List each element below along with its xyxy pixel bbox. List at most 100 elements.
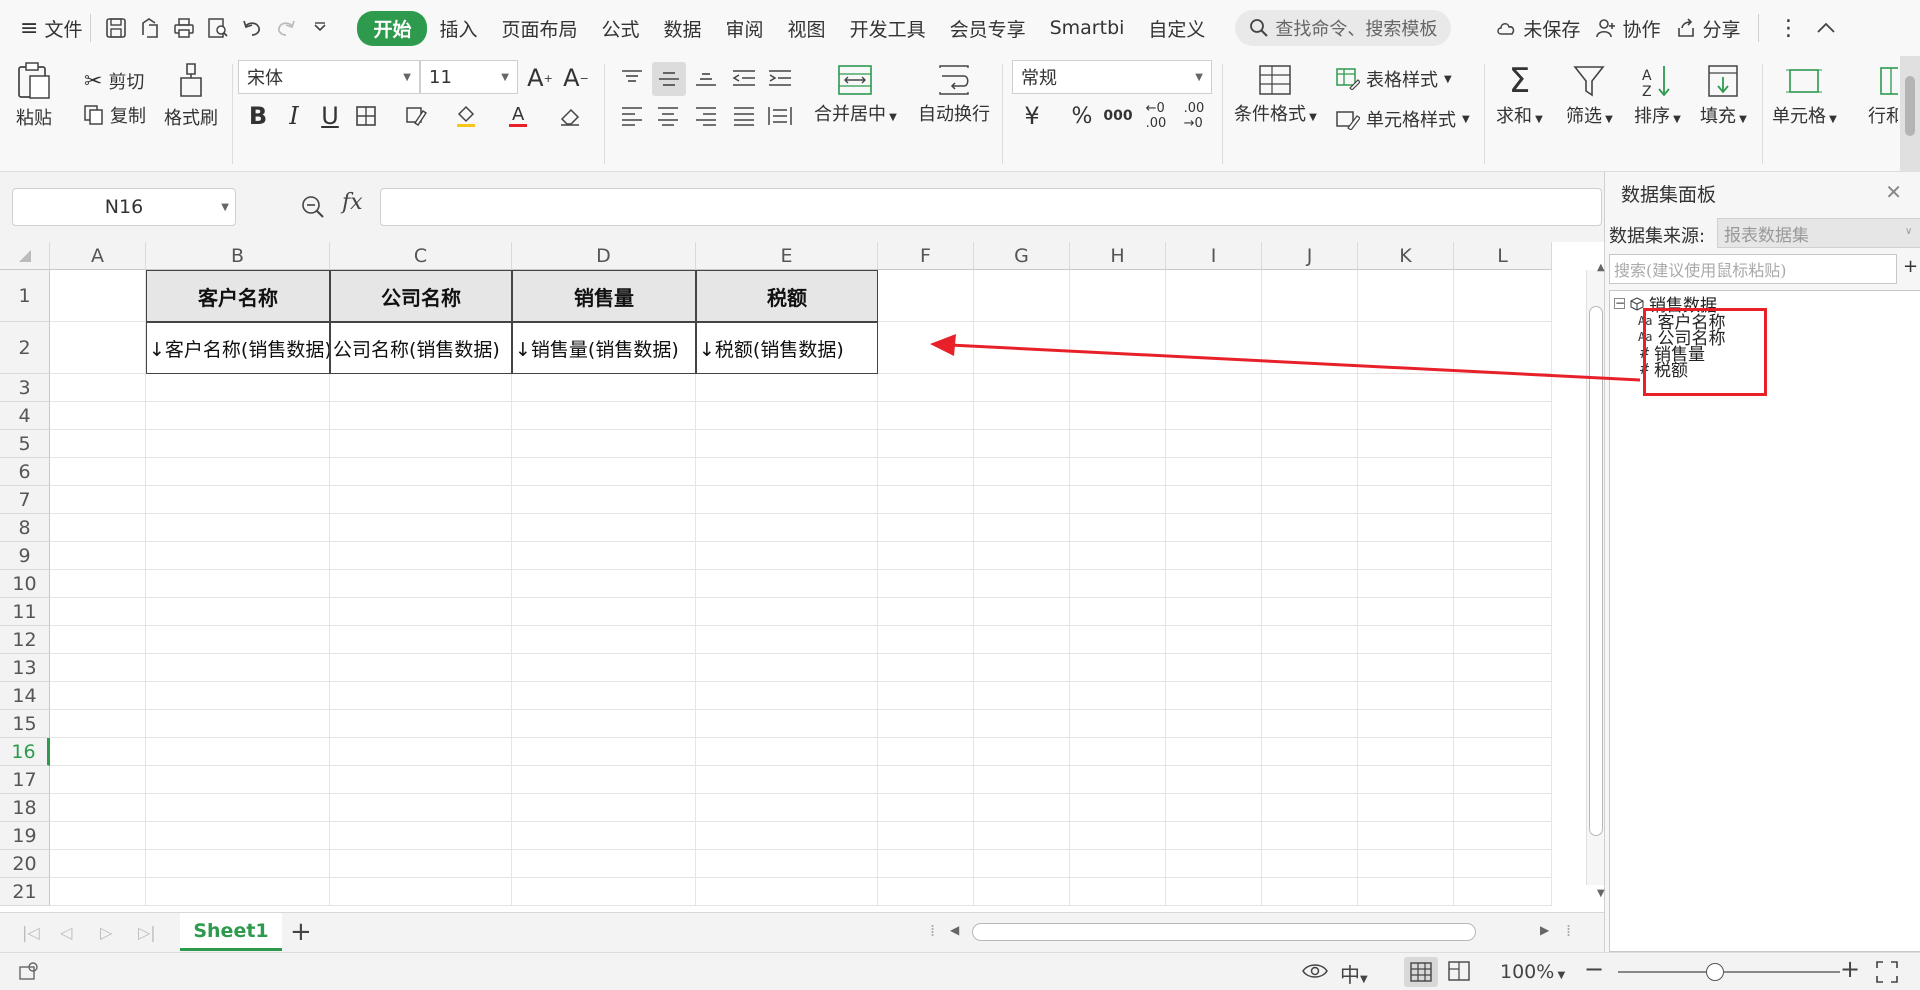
cell-b13[interactable] (146, 654, 330, 682)
cell-a10[interactable] (50, 570, 146, 598)
cell-g14[interactable] (974, 682, 1070, 710)
align-top-icon[interactable] (618, 64, 646, 92)
cell-j4[interactable] (1262, 402, 1358, 430)
cell-g17[interactable] (974, 766, 1070, 794)
cell-l11[interactable] (1454, 598, 1552, 626)
tab-formulas[interactable]: 公式 (590, 15, 652, 42)
cell-d15[interactable] (512, 710, 696, 738)
table-header-cell[interactable]: 销售量 (512, 270, 696, 322)
column-header-a[interactable]: A (50, 242, 146, 270)
formula-input[interactable] (380, 188, 1602, 226)
add-dataset-button[interactable]: + (1903, 256, 1918, 277)
cell-h1[interactable] (1070, 270, 1166, 322)
cell-f15[interactable] (878, 710, 974, 738)
scroll-right-icon[interactable]: ▶ (1540, 923, 1549, 937)
row-header-10[interactable]: 10 (0, 570, 50, 598)
cell-button[interactable]: 单元格 ▼ (1772, 64, 1837, 128)
zoom-slider-track[interactable] (1618, 971, 1840, 973)
cell-l15[interactable] (1454, 710, 1552, 738)
cell-c7[interactable] (330, 486, 512, 514)
row-header-16[interactable]: 16 (0, 738, 50, 766)
cell-j2[interactable] (1262, 322, 1358, 374)
cell-d12[interactable] (512, 626, 696, 654)
cell-e17[interactable] (696, 766, 878, 794)
decrease-decimal-icon[interactable]: .00 →0 (1180, 101, 1208, 131)
cell-i17[interactable] (1166, 766, 1262, 794)
cell-k21[interactable] (1358, 878, 1454, 906)
cell-e19[interactable] (696, 822, 878, 850)
cell-h16[interactable] (1070, 738, 1166, 766)
cell-i12[interactable] (1166, 626, 1262, 654)
quick-access-dropdown-icon[interactable] (303, 11, 337, 45)
merge-center-button[interactable]: 合并居中 ▼ (814, 64, 897, 126)
add-sheet-button[interactable]: + (290, 917, 312, 947)
cell-j20[interactable] (1262, 850, 1358, 878)
cell-d8[interactable] (512, 514, 696, 542)
cell-a12[interactable] (50, 626, 146, 654)
column-header-f[interactable]: F (878, 242, 974, 270)
cell-l13[interactable] (1454, 654, 1552, 682)
cell-j5[interactable] (1262, 430, 1358, 458)
cell-j1[interactable] (1262, 270, 1358, 322)
cell-a6[interactable] (50, 458, 146, 486)
percent-icon[interactable]: % (1068, 102, 1096, 130)
cell-c16[interactable] (330, 738, 512, 766)
cell-b7[interactable] (146, 486, 330, 514)
cell-g5[interactable] (974, 430, 1070, 458)
cell-c4[interactable] (330, 402, 512, 430)
cell-k14[interactable] (1358, 682, 1454, 710)
cell-b4[interactable] (146, 402, 330, 430)
cell-i8[interactable] (1166, 514, 1262, 542)
format-painter-button[interactable]: 格式刷 (164, 62, 218, 130)
cell-j7[interactable] (1262, 486, 1358, 514)
cell-f7[interactable] (878, 486, 974, 514)
tab-view[interactable]: 视图 (776, 15, 838, 42)
cell-k15[interactable] (1358, 710, 1454, 738)
wrap-text-button[interactable]: 自动换行 (918, 64, 990, 126)
cell-j14[interactable] (1262, 682, 1358, 710)
cell-a7[interactable] (50, 486, 146, 514)
cell-l17[interactable] (1454, 766, 1552, 794)
select-all-corner[interactable] (0, 242, 50, 270)
cell-h19[interactable] (1070, 822, 1166, 850)
column-header-g[interactable]: G (974, 242, 1070, 270)
row-header-12[interactable]: 12 (0, 626, 50, 654)
row-header-9[interactable]: 9 (0, 542, 50, 570)
table-header-cell[interactable]: 税额 (696, 270, 878, 322)
cell-l10[interactable] (1454, 570, 1552, 598)
cell-b3[interactable] (146, 374, 330, 402)
row-header-6[interactable]: 6 (0, 458, 50, 486)
cell-c15[interactable] (330, 710, 512, 738)
cell-k5[interactable] (1358, 430, 1454, 458)
dataset-search-input[interactable]: 搜索(建议使用鼠标粘贴) (1609, 254, 1897, 284)
cell-k2[interactable] (1358, 322, 1454, 374)
row-header-4[interactable]: 4 (0, 402, 50, 430)
cell-l9[interactable] (1454, 542, 1552, 570)
cell-d16[interactable] (512, 738, 696, 766)
cell-k9[interactable] (1358, 542, 1454, 570)
cell-f12[interactable] (878, 626, 974, 654)
cell-c20[interactable] (330, 850, 512, 878)
cell-f14[interactable] (878, 682, 974, 710)
cell-e4[interactable] (696, 402, 878, 430)
cell-a11[interactable] (50, 598, 146, 626)
cell-l8[interactable] (1454, 514, 1552, 542)
cell-j9[interactable] (1262, 542, 1358, 570)
cell-l1[interactable] (1454, 270, 1552, 322)
cell-l20[interactable] (1454, 850, 1552, 878)
row-header-1[interactable]: 1 (0, 270, 50, 322)
cell-k4[interactable] (1358, 402, 1454, 430)
align-left-icon[interactable] (618, 102, 646, 130)
cell-k19[interactable] (1358, 822, 1454, 850)
copy-button[interactable]: 复制 (84, 102, 146, 128)
cell-b20[interactable] (146, 850, 330, 878)
column-header-k[interactable]: K (1358, 242, 1454, 270)
tab-data[interactable]: 数据 (652, 15, 714, 42)
row-header-2[interactable]: 2 (0, 322, 50, 374)
cell-a4[interactable] (50, 402, 146, 430)
redo-icon[interactable] (269, 11, 303, 45)
close-icon[interactable]: ✕ (1885, 180, 1902, 204)
cell-k10[interactable] (1358, 570, 1454, 598)
cell-b8[interactable] (146, 514, 330, 542)
cell-a16[interactable] (50, 738, 146, 766)
